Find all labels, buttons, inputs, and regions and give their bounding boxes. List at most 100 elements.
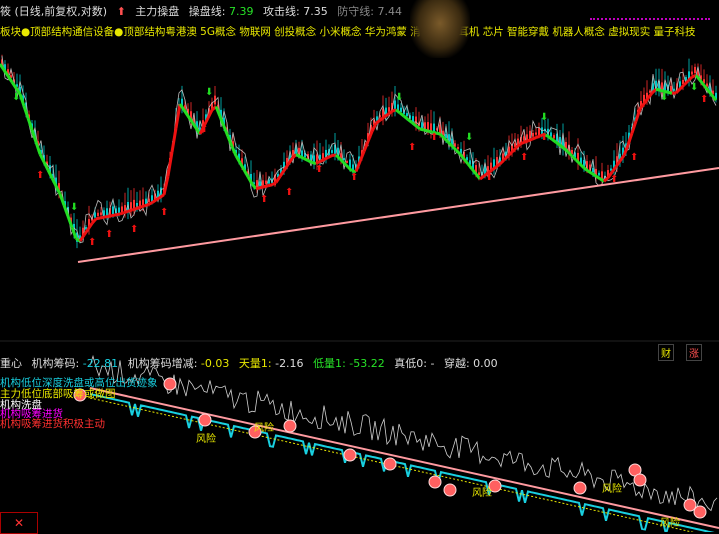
ma-segment [100, 217, 104, 218]
ma-segment [420, 129, 424, 130]
ma-segment [524, 141, 528, 143]
candle-body [406, 113, 408, 116]
candle-body [457, 147, 459, 149]
buy-arrow-icon: ⬆ [315, 164, 323, 175]
candle-body [400, 108, 402, 112]
buy-arrow-icon: ⬆ [105, 229, 113, 240]
candle-body [598, 173, 600, 176]
signal-ball [284, 420, 296, 432]
buy-arrow-icon: ⬆ [540, 132, 548, 143]
sell-arrow-icon: ⬇ [70, 202, 78, 213]
candle-body [670, 86, 672, 92]
ma-segment [104, 216, 108, 217]
ma-segment [320, 160, 324, 162]
signal-ball [164, 378, 176, 390]
ma-segment [264, 186, 268, 187]
ma-segment [408, 119, 412, 122]
sell-arrow-icon: ⬇ [690, 82, 698, 93]
candle-body [94, 212, 96, 217]
buy-arrow-icon: ⬆ [520, 152, 528, 163]
ma-segment [268, 185, 272, 186]
ma-segment [228, 137, 232, 147]
indicator-header: 重心 机构筹码: -22.81 机构筹码增减: -0.03 天量1: -2.16… [0, 356, 504, 372]
candle-body [550, 132, 552, 136]
signal-ball [444, 484, 456, 496]
candle-body [592, 168, 594, 172]
ma-segment [244, 170, 248, 177]
candle-body [265, 181, 267, 184]
chip-inc-value: -0.03 [201, 357, 229, 370]
ma-segment [108, 216, 112, 217]
buy-arrow-icon: ⬆ [350, 172, 358, 183]
buy-arrow-icon: ⬆ [610, 174, 618, 185]
chip-inc-label: 机构筹码增减 [128, 357, 194, 370]
buy-arrow-icon: ⬆ [200, 124, 208, 135]
ma-segment [28, 118, 32, 130]
candle-body [100, 212, 102, 215]
ma-segment [140, 206, 144, 207]
candle-body [139, 201, 141, 207]
ma-segment [12, 82, 16, 88]
ma-segment [552, 139, 556, 142]
ma-segment [564, 148, 568, 152]
ma-segment [124, 211, 128, 212]
candle-body [694, 67, 696, 73]
ma-segment [232, 147, 236, 156]
ma-segment [588, 171, 592, 174]
buy-arrow-icon: ⬆ [160, 207, 168, 218]
annotation-risk: 风险 [254, 419, 274, 434]
ma-segment [504, 156, 508, 160]
ma-segment [360, 152, 364, 162]
candle-body [523, 136, 525, 140]
ma-segment [64, 205, 68, 216]
candle-body [343, 158, 345, 160]
ma-segment [372, 123, 376, 131]
ma-segment [144, 205, 148, 206]
ma-segment [492, 167, 496, 170]
sell-arrow-icon: ⬇ [660, 92, 668, 103]
buy-arrow-icon: ⬆ [36, 170, 44, 181]
chip-label: 机构筹码 [32, 357, 76, 370]
price-chart[interactable]: ⬆⬆⬆⬆⬆⬆⬆⬆⬆⬆⬆⬆⬆⬆⬆⬆⬆⬆⬇⬇⬇⬇⬇⬇⬇⬇ [0, 0, 719, 532]
ma-segment [336, 155, 340, 159]
ma-segment [256, 188, 260, 189]
ma-segment [132, 209, 136, 210]
ma-segment [300, 157, 304, 159]
buy-arrow-icon: ⬆ [285, 187, 293, 198]
sky-label: 天量1 [239, 357, 268, 370]
signal-ball [429, 476, 441, 488]
ma-segment [332, 155, 336, 156]
cross-label: 穿越 [444, 357, 466, 370]
candle-body [118, 208, 120, 213]
rise-button[interactable]: 涨 [686, 344, 702, 361]
ma-segment [596, 176, 600, 179]
ma-segment [148, 203, 152, 205]
ma-segment [60, 194, 64, 205]
ma-segment [528, 139, 532, 141]
ma-segment [348, 167, 352, 171]
finance-button[interactable]: 财 [658, 344, 674, 361]
ma-segment [240, 163, 244, 170]
ma-segment [272, 183, 276, 185]
ma-segment [304, 159, 308, 161]
ma-segment [96, 218, 100, 219]
sell-arrow-icon: ⬇ [12, 92, 20, 103]
buy-arrow-icon: ⬆ [485, 172, 493, 183]
ma-segment [112, 215, 116, 216]
ma-segment [520, 142, 524, 144]
ma-segment [468, 164, 472, 169]
ma-segment [328, 156, 332, 158]
true-value: - [430, 357, 434, 370]
annotation-risk: 风险 [196, 430, 216, 445]
candle-body [673, 89, 675, 91]
ma-segment [136, 207, 140, 208]
ma-segment [532, 138, 536, 140]
ma-segment [424, 130, 428, 131]
sell-arrow-icon: ⬇ [465, 132, 473, 143]
indicator-name[interactable]: 重心 [0, 357, 22, 370]
buy-arrow-icon: ⬆ [630, 152, 638, 163]
corner-close-icon[interactable]: ✕ [0, 512, 38, 534]
chip-value: -22.81 [83, 357, 118, 370]
ma-segment [648, 93, 652, 98]
ma-segment [324, 158, 328, 160]
